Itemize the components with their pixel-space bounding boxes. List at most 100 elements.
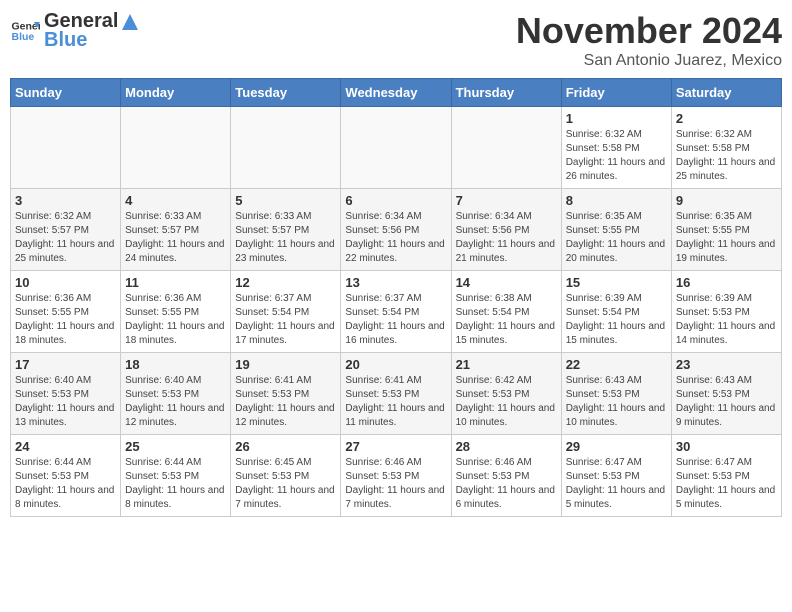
calendar-cell: 14Sunrise: 6:38 AMSunset: 5:54 PMDayligh…	[451, 271, 561, 353]
day-info: Sunrise: 6:34 AMSunset: 5:56 PMDaylight:…	[456, 210, 557, 266]
day-number: 21	[456, 357, 557, 372]
day-info: Sunrise: 6:36 AMSunset: 5:55 PMDaylight:…	[125, 292, 226, 348]
day-info: Sunrise: 6:46 AMSunset: 5:53 PMDaylight:…	[345, 456, 446, 512]
calendar-cell	[231, 107, 341, 189]
calendar-cell: 6 Sunrise: 6:34 AMSunset: 5:56 PMDaylight…	[341, 189, 451, 271]
day-number: 22	[566, 357, 667, 372]
day-info: Sunrise: 6:42 AMSunset: 5:53 PMDaylight:…	[456, 374, 557, 430]
day-number: 13	[345, 275, 446, 290]
calendar-header-row: SundayMondayTuesdayWednesdayThursdayFrid…	[11, 79, 782, 107]
calendar-cell: 29 Sunrise: 6:47 AMSunset: 5:53 PMDayligh…	[561, 435, 671, 517]
calendar-table: SundayMondayTuesdayWednesdayThursdayFrid…	[10, 78, 782, 517]
day-number: 12	[235, 275, 336, 290]
header-area: General Blue General Blue November 2024 …	[10, 10, 782, 70]
day-info: Sunrise: 6:36 AMSunset: 5:55 PMDaylight:…	[15, 292, 116, 348]
header-day-wednesday: Wednesday	[341, 79, 451, 107]
day-info: Sunrise: 6:47 AMSunset: 5:53 PMDaylight:…	[566, 456, 667, 512]
day-info: Sunrise: 6:32 AMSunset: 5:57 PMDaylight:…	[15, 210, 116, 266]
day-info: Sunrise: 6:35 AMSunset: 5:55 PMDaylight:…	[566, 210, 667, 266]
header-day-tuesday: Tuesday	[231, 79, 341, 107]
day-info: Sunrise: 6:35 AMSunset: 5:55 PMDaylight:…	[676, 210, 777, 266]
day-number: 24	[15, 439, 116, 454]
day-info: Sunrise: 6:43 AMSunset: 5:53 PMDaylight:…	[566, 374, 667, 430]
calendar-week-row: 1Sunrise: 6:32 AMSunset: 5:58 PMDaylight…	[11, 107, 782, 189]
calendar-cell: 17Sunrise: 6:40 AMSunset: 5:53 PMDayligh…	[11, 353, 121, 435]
calendar-cell: 2Sunrise: 6:32 AMSunset: 5:58 PMDaylight…	[671, 107, 781, 189]
calendar-cell: 9 Sunrise: 6:35 AMSunset: 5:55 PMDaylight…	[671, 189, 781, 271]
day-info: Sunrise: 6:43 AMSunset: 5:53 PMDaylight:…	[676, 374, 777, 430]
calendar-cell: 12 Sunrise: 6:37 AMSunset: 5:54 PMDayligh…	[231, 271, 341, 353]
day-info: Sunrise: 6:33 AMSunset: 5:57 PMDaylight:…	[125, 210, 226, 266]
calendar-cell: 4Sunrise: 6:33 AMSunset: 5:57 PMDaylight…	[121, 189, 231, 271]
calendar-week-row: 10 Sunrise: 6:36 AMSunset: 5:55 PMDayligh…	[11, 271, 782, 353]
day-number: 20	[345, 357, 446, 372]
day-info: Sunrise: 6:38 AMSunset: 5:54 PMDaylight:…	[456, 292, 557, 348]
day-info: Sunrise: 6:40 AMSunset: 5:53 PMDaylight:…	[15, 374, 116, 430]
calendar-cell: 15 Sunrise: 6:39 AMSunset: 5:54 PMDayligh…	[561, 271, 671, 353]
calendar-cell: 25Sunrise: 6:44 AMSunset: 5:53 PMDayligh…	[121, 435, 231, 517]
day-number: 19	[235, 357, 336, 372]
day-number: 30	[676, 439, 777, 454]
calendar-week-row: 24 Sunrise: 6:44 AMSunset: 5:53 PMDayligh…	[11, 435, 782, 517]
day-info: Sunrise: 6:41 AMSunset: 5:53 PMDaylight:…	[235, 374, 336, 430]
day-number: 15	[566, 275, 667, 290]
day-info: Sunrise: 6:44 AMSunset: 5:53 PMDaylight:…	[15, 456, 116, 512]
day-number: 5	[235, 193, 336, 208]
day-number: 11	[125, 275, 226, 290]
day-info: Sunrise: 6:45 AMSunset: 5:53 PMDaylight:…	[235, 456, 336, 512]
day-info: Sunrise: 6:39 AMSunset: 5:53 PMDaylight:…	[676, 292, 777, 348]
month-title: November 2024	[516, 10, 782, 52]
day-number: 16	[676, 275, 777, 290]
day-number: 23	[676, 357, 777, 372]
day-info: Sunrise: 6:40 AMSunset: 5:53 PMDaylight:…	[125, 374, 226, 430]
day-info: Sunrise: 6:37 AMSunset: 5:54 PMDaylight:…	[345, 292, 446, 348]
logo-icon: General Blue	[10, 16, 40, 46]
header-day-monday: Monday	[121, 79, 231, 107]
calendar-cell: 18 Sunrise: 6:40 AMSunset: 5:53 PMDayligh…	[121, 353, 231, 435]
calendar-cell: 24 Sunrise: 6:44 AMSunset: 5:53 PMDayligh…	[11, 435, 121, 517]
logo-triangle	[120, 12, 140, 32]
svg-text:Blue: Blue	[12, 31, 35, 43]
calendar-week-row: 17Sunrise: 6:40 AMSunset: 5:53 PMDayligh…	[11, 353, 782, 435]
calendar-cell	[121, 107, 231, 189]
calendar-cell: 21 Sunrise: 6:42 AMSunset: 5:53 PMDayligh…	[451, 353, 561, 435]
calendar-cell: 28 Sunrise: 6:46 AMSunset: 5:53 PMDayligh…	[451, 435, 561, 517]
day-number: 7	[456, 193, 557, 208]
calendar-cell	[11, 107, 121, 189]
calendar-cell: 5 Sunrise: 6:33 AMSunset: 5:57 PMDaylight…	[231, 189, 341, 271]
logo: General Blue General Blue	[10, 10, 140, 52]
calendar-cell: 1Sunrise: 6:32 AMSunset: 5:58 PMDaylight…	[561, 107, 671, 189]
day-number: 9	[676, 193, 777, 208]
day-info: Sunrise: 6:47 AMSunset: 5:53 PMDaylight:…	[676, 456, 777, 512]
day-number: 8	[566, 193, 667, 208]
calendar-cell: 19 Sunrise: 6:41 AMSunset: 5:53 PMDayligh…	[231, 353, 341, 435]
day-info: Sunrise: 6:39 AMSunset: 5:54 PMDaylight:…	[566, 292, 667, 348]
day-info: Sunrise: 6:34 AMSunset: 5:56 PMDaylight:…	[345, 210, 446, 266]
day-info: Sunrise: 6:41 AMSunset: 5:53 PMDaylight:…	[345, 374, 446, 430]
day-number: 27	[345, 439, 446, 454]
day-number: 1	[566, 111, 667, 126]
calendar-cell: 13 Sunrise: 6:37 AMSunset: 5:54 PMDayligh…	[341, 271, 451, 353]
calendar-cell: 27 Sunrise: 6:46 AMSunset: 5:53 PMDayligh…	[341, 435, 451, 517]
day-number: 28	[456, 439, 557, 454]
day-info: Sunrise: 6:33 AMSunset: 5:57 PMDaylight:…	[235, 210, 336, 266]
calendar-week-row: 3 Sunrise: 6:32 AMSunset: 5:57 PMDaylight…	[11, 189, 782, 271]
title-area: November 2024 San Antonio Juarez, Mexico	[516, 10, 782, 70]
day-number: 3	[15, 193, 116, 208]
day-number: 10	[15, 275, 116, 290]
header-day-thursday: Thursday	[451, 79, 561, 107]
calendar-cell: 8 Sunrise: 6:35 AMSunset: 5:55 PMDaylight…	[561, 189, 671, 271]
header-day-sunday: Sunday	[11, 79, 121, 107]
calendar-cell: 22 Sunrise: 6:43 AMSunset: 5:53 PMDayligh…	[561, 353, 671, 435]
day-number: 2	[676, 111, 777, 126]
calendar-cell: 11 Sunrise: 6:36 AMSunset: 5:55 PMDayligh…	[121, 271, 231, 353]
calendar-cell: 10 Sunrise: 6:36 AMSunset: 5:55 PMDayligh…	[11, 271, 121, 353]
calendar-cell: 20 Sunrise: 6:41 AMSunset: 5:53 PMDayligh…	[341, 353, 451, 435]
calendar-cell: 7 Sunrise: 6:34 AMSunset: 5:56 PMDaylight…	[451, 189, 561, 271]
day-info: Sunrise: 6:46 AMSunset: 5:53 PMDaylight:…	[456, 456, 557, 512]
day-number: 6	[345, 193, 446, 208]
day-info: Sunrise: 6:37 AMSunset: 5:54 PMDaylight:…	[235, 292, 336, 348]
day-number: 18	[125, 357, 226, 372]
calendar-cell: 23 Sunrise: 6:43 AMSunset: 5:53 PMDayligh…	[671, 353, 781, 435]
day-number: 29	[566, 439, 667, 454]
